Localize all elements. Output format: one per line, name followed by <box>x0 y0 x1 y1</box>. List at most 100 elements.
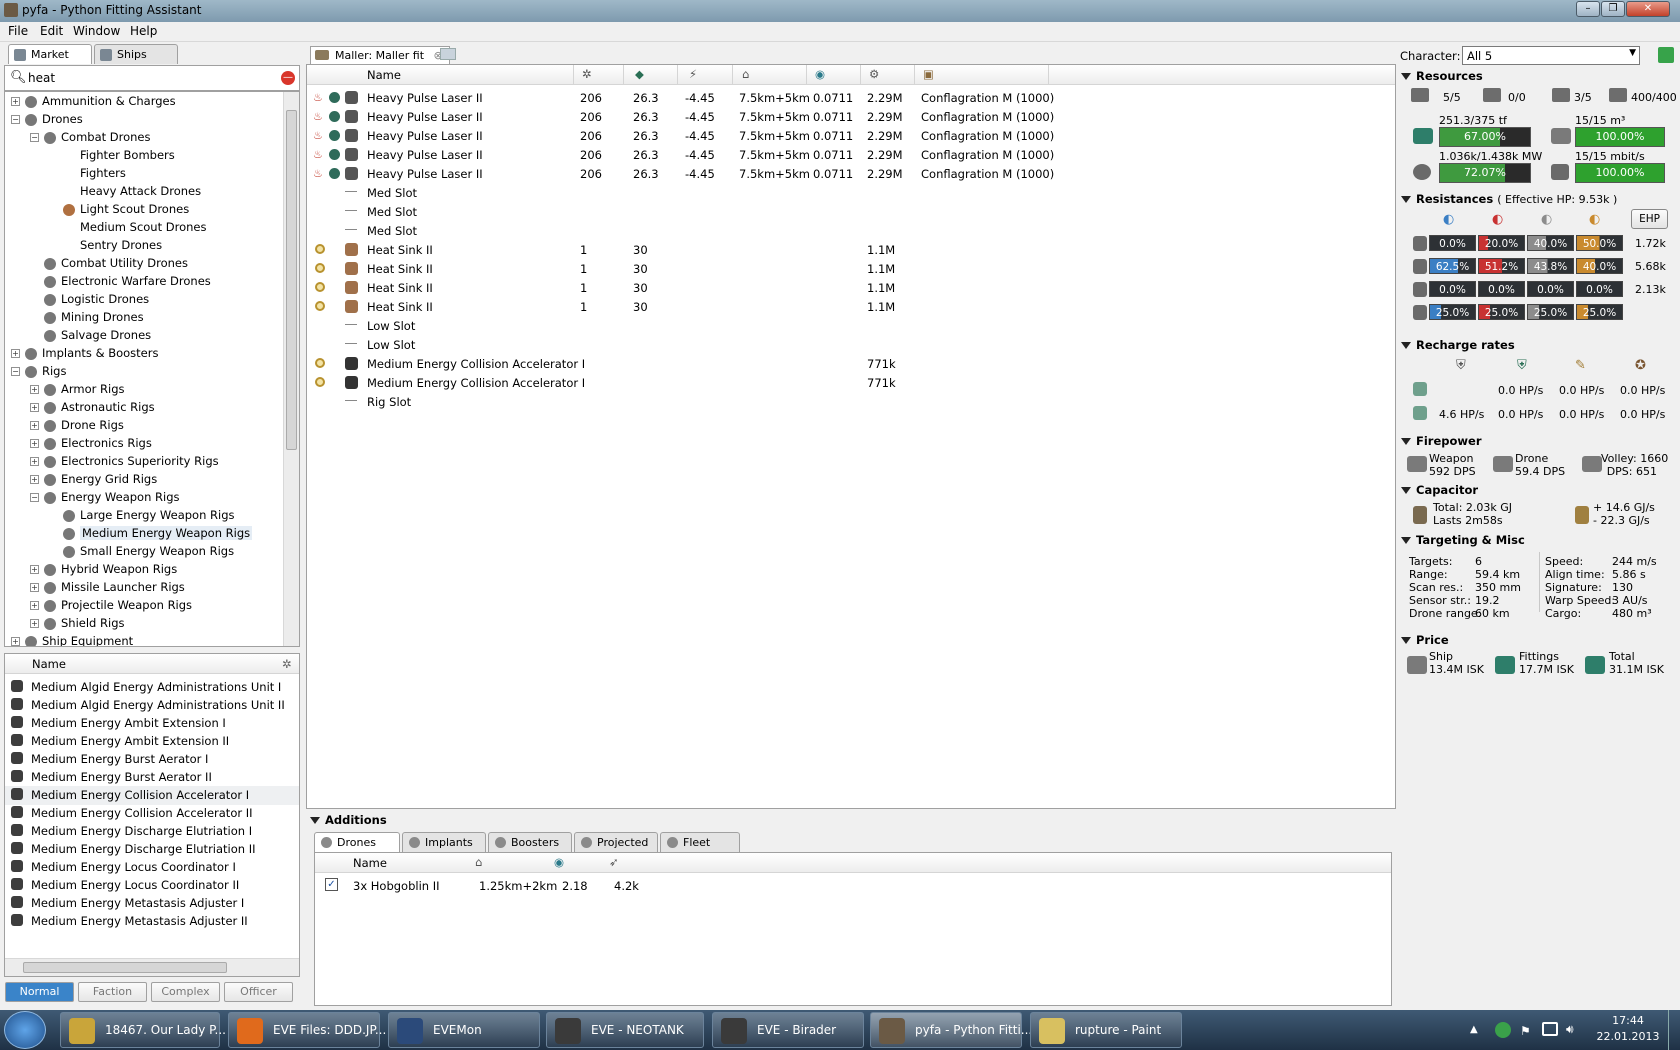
taskbar-item[interactable]: EVE - Birader <box>712 1012 864 1048</box>
item-row[interactable]: Medium Energy Metastasis Adjuster II <box>5 912 299 931</box>
empty-slot-row[interactable]: Med Slot <box>307 184 1395 203</box>
recharge-title[interactable]: Recharge rates <box>1401 338 1515 352</box>
capacitor-title[interactable]: Capacitor <box>1401 483 1478 497</box>
tree-item[interactable]: − Energy Weapon Rigs <box>30 490 180 508</box>
tree-item[interactable]: − Drones <box>11 112 83 130</box>
tree-item[interactable]: + Hybrid Weapon Rigs <box>30 562 177 580</box>
overheat-icon[interactable]: ♨ <box>313 110 323 123</box>
item-row[interactable]: Medium Energy Ambit Extension II <box>5 732 299 751</box>
active-state-icon[interactable] <box>329 168 340 179</box>
menu-edit[interactable]: Edit <box>40 24 63 38</box>
drone-row[interactable]: ✓ 3x Hobgoblin II 1.25km+2km 2.18 4.2k <box>315 877 1391 896</box>
meta-normal-button[interactable]: Normal <box>5 982 74 1002</box>
tree-item[interactable]: Combat Utility Drones <box>30 256 188 274</box>
cpu-col-icon[interactable]: ✲ <box>582 67 592 81</box>
empty-slot-row[interactable]: Med Slot <box>307 203 1395 222</box>
passive-state-icon[interactable] <box>315 282 325 292</box>
expand-icon[interactable]: + <box>30 583 39 592</box>
flag-icon[interactable]: ⚑ <box>1520 1024 1531 1038</box>
passive-state-icon[interactable] <box>315 263 325 273</box>
expand-icon[interactable]: + <box>30 457 39 466</box>
expand-icon[interactable]: + <box>11 637 20 646</box>
item-row[interactable]: Medium Energy Burst Aerator II <box>5 768 299 787</box>
tracking-col-icon[interactable]: ◉ <box>815 67 825 81</box>
meta-faction-button[interactable]: Faction <box>78 982 147 1002</box>
collapse-icon[interactable]: − <box>11 367 20 376</box>
tab-boosters[interactable]: Boosters <box>488 832 572 852</box>
passive-state-icon[interactable] <box>315 377 325 387</box>
tree-item[interactable]: Salvage Drones <box>30 328 151 346</box>
meta-officer-button[interactable]: Officer <box>224 982 293 1002</box>
tree-item[interactable]: Medium Energy Weapon Rigs <box>49 526 253 544</box>
resources-title[interactable]: Resources <box>1401 69 1483 83</box>
active-state-icon[interactable] <box>329 149 340 160</box>
expand-icon[interactable]: + <box>30 475 39 484</box>
item-row[interactable]: Medium Energy Metastasis Adjuster I <box>5 894 299 913</box>
drone-dmg-col-icon[interactable]: ➶ <box>609 855 619 869</box>
passive-state-icon[interactable] <box>315 301 325 311</box>
active-state-icon[interactable] <box>329 130 340 141</box>
search-input[interactable] <box>28 69 274 87</box>
clear-search-icon[interactable]: — <box>281 71 295 85</box>
overheat-icon[interactable]: ♨ <box>313 167 323 180</box>
minimize-button[interactable]: – <box>1576 1 1600 17</box>
passive-state-icon[interactable] <box>315 358 325 368</box>
additions-title[interactable]: Additions <box>310 813 387 827</box>
tree-item[interactable]: + Energy Grid Rigs <box>30 472 157 490</box>
item-hscrollbar-thumb[interactable] <box>23 962 227 973</box>
taskbar-item[interactable]: rupture - Paint <box>1030 1012 1182 1048</box>
targeting-title[interactable]: Targeting & Misc <box>1401 533 1525 547</box>
meta-complex-button[interactable]: Complex <box>151 982 220 1002</box>
tab-ships[interactable]: Ships <box>94 44 178 64</box>
volume-icon[interactable]: 🔊︎ <box>1566 1022 1574 1037</box>
tray-expand-icon[interactable]: ▲ <box>1470 1024 1478 1035</box>
fit-tab[interactable]: Maller: Maller fit ⊗ <box>310 46 450 64</box>
module-row[interactable]: Medium Energy Collision Accelerator I 771… <box>307 374 1395 393</box>
start-button[interactable] <box>4 1011 46 1049</box>
module-row[interactable]: ♨ Heavy Pulse Laser II 206 26.3 -4.45 7.5km+5… <box>307 108 1395 127</box>
drone-range-col-icon[interactable]: ⌂ <box>475 855 482 869</box>
tree-item[interactable]: + Projectile Weapon Rigs <box>30 598 192 616</box>
item-row[interactable]: Medium Energy Burst Aerator I <box>5 750 299 769</box>
expand-icon[interactable]: + <box>30 619 39 628</box>
tree-item[interactable]: Fighters <box>49 166 126 184</box>
clock-time[interactable]: 17:44 <box>1600 1014 1656 1027</box>
show-desktop-button[interactable] <box>1668 1010 1680 1050</box>
expand-icon[interactable]: + <box>30 385 39 394</box>
overheat-icon[interactable]: ♨ <box>313 148 323 161</box>
tab-implants[interactable]: Implants <box>402 832 486 852</box>
tree-item[interactable]: + Drone Rigs <box>30 418 124 436</box>
empty-slot-row[interactable]: Low Slot <box>307 336 1395 355</box>
expand-icon[interactable]: + <box>11 349 20 358</box>
tree-item[interactable]: + Shield Rigs <box>30 616 125 634</box>
menu-help[interactable]: Help <box>130 24 157 38</box>
network-icon[interactable] <box>1542 1022 1558 1036</box>
tab-fleet[interactable]: Fleet <box>660 832 740 852</box>
empty-slot-row[interactable]: Med Slot <box>307 222 1395 241</box>
item-row[interactable]: Medium Energy Collision Accelerator I <box>5 786 299 805</box>
overheat-icon[interactable]: ♨ <box>313 91 323 104</box>
character-edit-icon[interactable] <box>1658 47 1674 63</box>
firepower-title[interactable]: Firepower <box>1401 434 1482 448</box>
tree-item[interactable]: Electronic Warfare Drones <box>30 274 211 292</box>
range-col-icon[interactable]: ⌂ <box>742 67 749 81</box>
collapse-icon[interactable]: − <box>11 115 20 124</box>
tree-item[interactable]: Light Scout Drones <box>49 202 189 220</box>
tree-item[interactable]: + Electronics Superiority Rigs <box>30 454 219 472</box>
item-row[interactable]: Medium Energy Locus Coordinator II <box>5 876 299 895</box>
module-row[interactable]: ♨ Heavy Pulse Laser II 206 26.3 -4.45 7.5km+5… <box>307 165 1395 184</box>
expand-icon[interactable]: + <box>30 565 39 574</box>
tree-item[interactable]: + Ammunition & Charges <box>11 94 176 112</box>
tab-projected[interactable]: Projected <box>574 832 658 852</box>
capacitor-col-icon[interactable]: ⚡︎ <box>689 67 697 81</box>
expand-icon[interactable]: + <box>30 439 39 448</box>
menu-window[interactable]: Window <box>73 24 120 38</box>
price-title[interactable]: Price <box>1401 633 1449 647</box>
ehp-toggle-button[interactable]: EHP <box>1631 209 1668 229</box>
expand-icon[interactable]: + <box>11 97 20 106</box>
tree-item[interactable]: Mining Drones <box>30 310 144 328</box>
tree-item[interactable]: − Combat Drones <box>30 130 151 148</box>
item-row[interactable]: Medium Algid Energy Administrations Unit… <box>5 678 299 697</box>
module-row[interactable]: Heat Sink II 1 30 1.1M <box>307 279 1395 298</box>
item-row[interactable]: Medium Energy Discharge Elutriation I <box>5 822 299 841</box>
